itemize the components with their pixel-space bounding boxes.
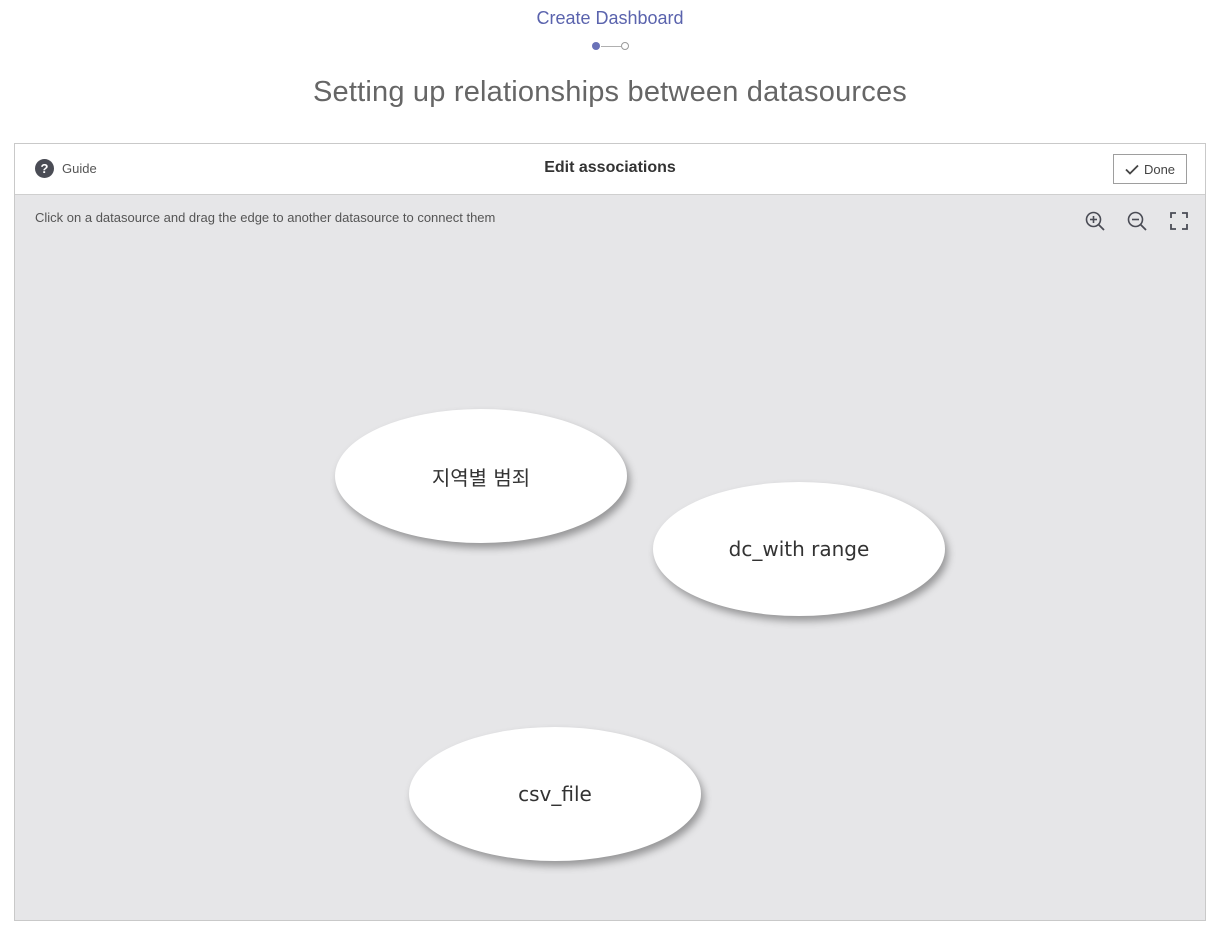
datasource-node-label: dc_with range <box>728 537 870 561</box>
zoom-out-button[interactable] <box>1126 210 1148 232</box>
panel-title: Edit associations <box>544 159 676 176</box>
datasource-node[interactable]: 지역별 범죄 <box>335 409 627 543</box>
step-indicator-2 <box>621 42 629 50</box>
page-heading: Setting up relationships between datasou… <box>312 76 907 108</box>
zoom-in-icon <box>1085 211 1105 231</box>
instruction-text: Click on a datasource and drag the edge … <box>35 210 496 225</box>
done-label: Done <box>1143 161 1176 177</box>
datasource-node-label: csv_file <box>518 782 592 806</box>
associations-panel: ? Guide Edit associations Done Click on … <box>14 143 1206 921</box>
datasource-node-label: 지역별 범죄 <box>431 465 531 490</box>
fit-screen-icon <box>1170 212 1188 230</box>
step-indicator-1-active <box>592 42 600 50</box>
wizard-stepper <box>591 41 631 53</box>
panel-header: ? Guide Edit associations Done <box>15 144 1205 195</box>
done-button[interactable]: Done <box>1113 154 1187 184</box>
zoom-in-button[interactable] <box>1084 210 1106 232</box>
zoom-out-icon <box>1127 211 1147 231</box>
fit-screen-button[interactable] <box>1168 210 1190 232</box>
datasource-node[interactable]: dc_with range <box>653 482 945 616</box>
step-connector <box>601 46 621 47</box>
wizard-title: Create Dashboard <box>536 8 684 28</box>
check-icon <box>1125 164 1139 175</box>
datasource-node[interactable]: csv_file <box>409 727 701 861</box>
